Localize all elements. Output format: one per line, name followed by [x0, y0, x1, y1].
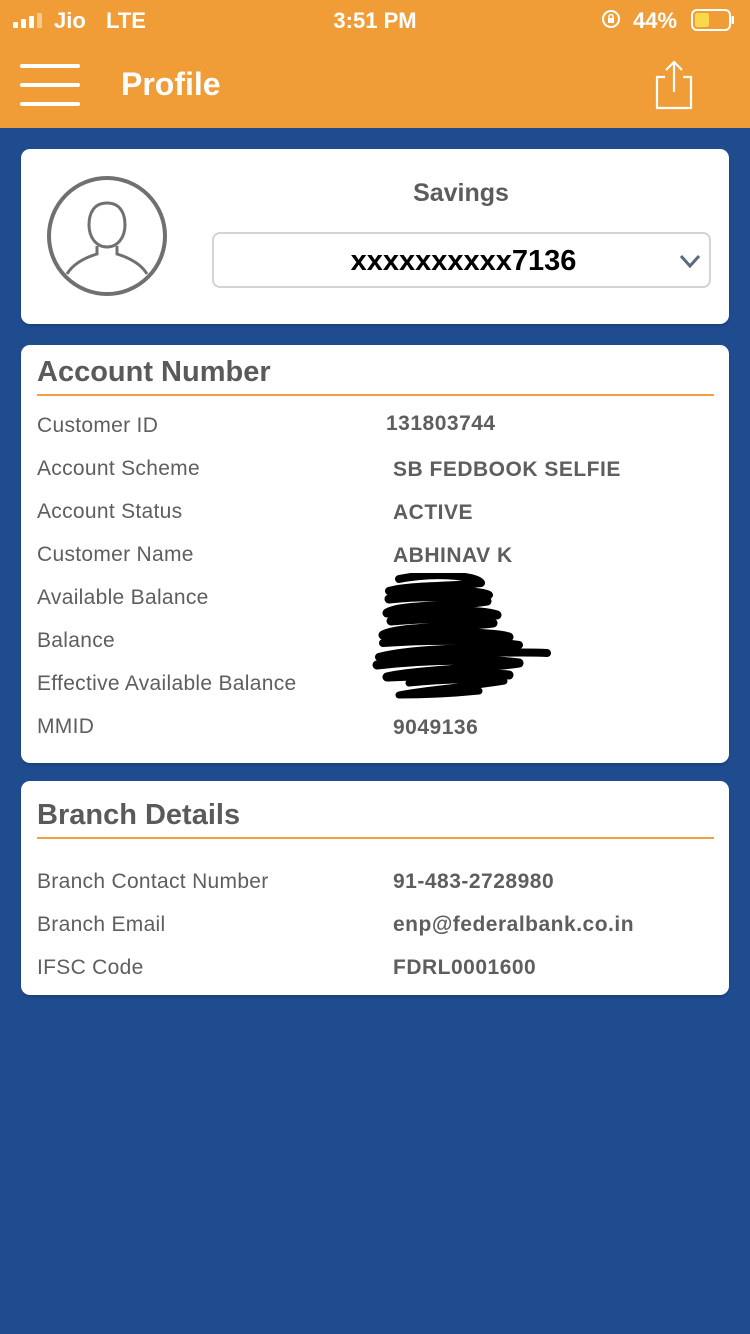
branch-email-label: Branch Email	[37, 913, 166, 936]
branch-contact-number-label: Branch Contact Number	[37, 870, 269, 893]
status-bar: Jio LTE 3:51 PM 44%	[0, 0, 750, 40]
user-avatar-icon	[47, 176, 167, 296]
battery-icon	[691, 9, 734, 31]
account-details-card: Account Number Customer ID 131803744 Acc…	[21, 345, 729, 763]
customer-name-value: ABHINAV K	[393, 544, 513, 567]
hamburger-menu-icon[interactable]	[20, 64, 80, 108]
mmid-label: MMID	[37, 715, 95, 738]
customer-name-label: Customer Name	[37, 543, 194, 566]
section-divider	[37, 837, 714, 839]
mmid-value: 9049136	[393, 716, 479, 739]
account-scheme-label: Account Scheme	[37, 457, 200, 480]
ifsc-code-value: FDRL0001600	[393, 956, 537, 979]
share-icon[interactable]	[652, 58, 696, 110]
customer-id-value: 131803744	[386, 412, 496, 435]
selected-account-number: xxxxxxxxxx7136	[350, 245, 577, 277]
profile-card: Savings xxxxxxxxxx7136	[21, 149, 729, 324]
redaction-scribble	[372, 573, 551, 699]
branch-contact-number-value: 91-483-2728980	[393, 870, 555, 893]
account-type-label: Savings	[413, 179, 509, 207]
account-status-label: Account Status	[37, 500, 183, 523]
branch-section-title: Branch Details	[37, 799, 241, 831]
rotation-lock-icon	[602, 10, 620, 28]
app-header: Jio LTE 3:51 PM 44% Profile	[0, 0, 750, 128]
section-divider	[37, 394, 714, 396]
available-balance-label: Available Balance	[37, 586, 209, 609]
effective-available-balance-label: Effective Available Balance	[37, 672, 297, 695]
battery-percentage: 44%	[633, 8, 678, 33]
branch-email-value: enp@federalbank.co.in	[393, 913, 635, 936]
account-scheme-value: SB FEDBOOK SELFIE	[393, 458, 621, 481]
branch-details-card: Branch Details Branch Contact Number 91-…	[21, 781, 729, 995]
page-title: Profile	[121, 66, 221, 102]
account-status-value: ACTIVE	[393, 501, 474, 524]
customer-id-label: Customer ID	[37, 414, 159, 437]
ifsc-code-label: IFSC Code	[37, 956, 144, 979]
balance-label: Balance	[37, 629, 115, 652]
chevron-down-icon[interactable]	[679, 253, 701, 269]
account-number-dropdown[interactable]: xxxxxxxxxx7136	[212, 232, 711, 288]
account-section-title: Account Number	[37, 356, 271, 388]
